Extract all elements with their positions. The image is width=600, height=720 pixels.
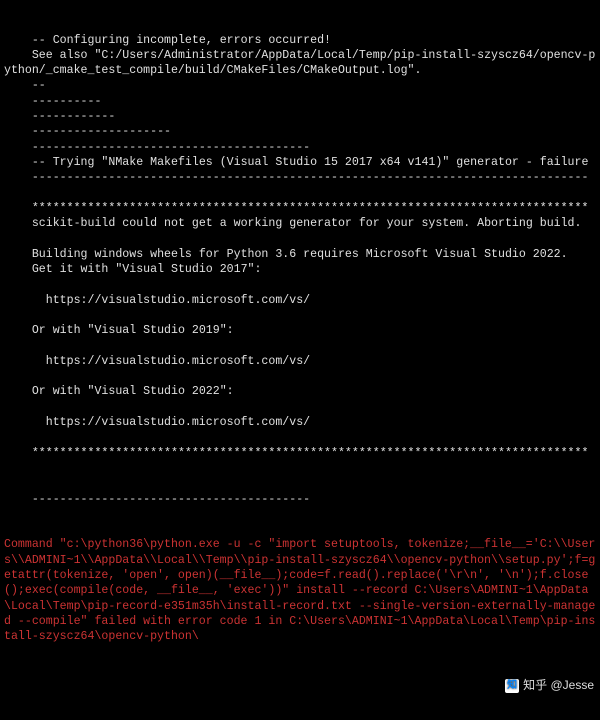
output-line: Get it with "Visual Studio 2017":	[4, 262, 596, 277]
output-line: -- Configuring incomplete, errors occurr…	[4, 33, 596, 48]
output-line	[4, 186, 596, 201]
output-line: ****************************************…	[4, 446, 596, 461]
output-line	[4, 400, 596, 415]
zhihu-icon: 知	[505, 679, 519, 693]
output-line: ----------------------------------------	[4, 140, 596, 155]
output-line: ------------	[4, 109, 596, 124]
output-line: --------------------	[4, 124, 596, 139]
output-line: See also "C:/Users/Administrator/AppData…	[4, 48, 596, 79]
output-lines: -- Configuring incomplete, errors occurr…	[4, 33, 596, 507]
output-line	[4, 339, 596, 354]
output-line: ----------	[4, 94, 596, 109]
output-line	[4, 277, 596, 292]
output-line	[4, 430, 596, 445]
terminal-output: -- Configuring incomplete, errors occurr…	[0, 0, 600, 720]
output-line: Or with "Visual Studio 2019":	[4, 323, 596, 338]
output-line	[4, 476, 596, 491]
output-line: --	[4, 78, 596, 93]
output-line: ----------------------------------------	[4, 492, 596, 507]
output-line: Building windows wheels for Python 3.6 r…	[4, 247, 596, 262]
output-line: Or with "Visual Studio 2022":	[4, 384, 596, 399]
output-line: https://visualstudio.microsoft.com/vs/	[4, 415, 596, 430]
error-message: Command "c:\python36\python.exe -u -c "i…	[4, 537, 596, 644]
output-line: ----------------------------------------…	[4, 170, 596, 185]
output-line	[4, 308, 596, 323]
output-line: ****************************************…	[4, 201, 596, 216]
watermark: 知 知乎 @Jesse	[505, 678, 594, 694]
output-line: scikit-build could not get a working gen…	[4, 216, 596, 231]
output-line	[4, 369, 596, 384]
output-line: -- Trying "NMake Makefiles (Visual Studi…	[4, 155, 596, 170]
output-line: https://visualstudio.microsoft.com/vs/	[4, 354, 596, 369]
watermark-label: 知乎 @Jesse	[523, 678, 594, 694]
output-line: https://visualstudio.microsoft.com/vs/	[4, 293, 596, 308]
output-line	[4, 231, 596, 246]
output-line	[4, 461, 596, 476]
